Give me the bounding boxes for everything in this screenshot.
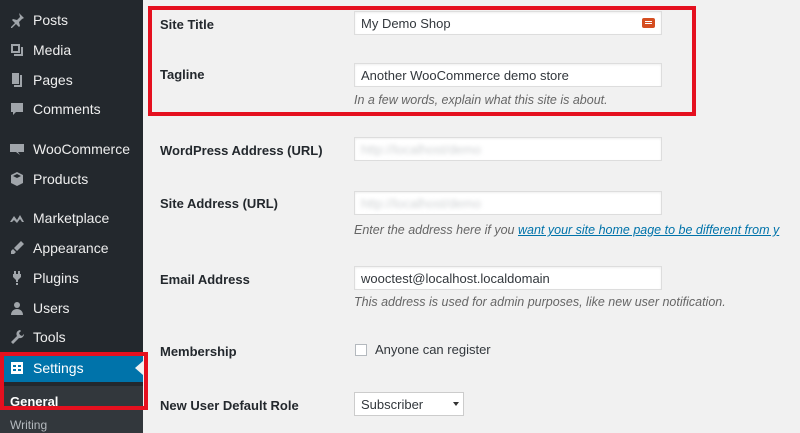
wp-address-value: http://localhost/demo: [361, 141, 481, 157]
sidebar-item-woocommerce[interactable]: WooCommerce: [0, 135, 143, 163]
products-icon: [7, 169, 27, 189]
plugins-icon: [7, 268, 27, 288]
site-address-description-text: Enter the address here if you: [354, 223, 518, 237]
sidebar-item-media[interactable]: Media: [0, 36, 143, 64]
sidebar-item-label: Tools: [33, 329, 66, 345]
wp-address-input[interactable]: http://localhost/demo: [354, 137, 662, 161]
email-value: wooctest@localhost.localdomain: [361, 270, 550, 286]
sidebar-item-label: Comments: [33, 101, 101, 117]
comments-icon: [7, 99, 27, 119]
tagline-description: In a few words, explain what this site i…: [354, 93, 608, 107]
email-input[interactable]: wooctest@localhost.localdomain: [354, 266, 662, 290]
membership-label: Membership: [160, 344, 237, 359]
sidebar-item-label: Pages: [33, 72, 73, 88]
tagline-value: Another WooCommerce demo store: [361, 67, 569, 83]
anyone-can-register-label[interactable]: Anyone can register: [375, 342, 491, 357]
appearance-icon: [7, 238, 27, 258]
sidebar-item-label: Media: [33, 42, 72, 58]
sidebar-item-label: WooCommerce: [33, 141, 130, 157]
wp-address-label: WordPress Address (URL): [160, 143, 323, 158]
sidebar-item-settings[interactable]: Settings: [0, 354, 143, 382]
settings-submenu: General Writing: [0, 386, 143, 433]
marketplace-icon: [7, 208, 27, 228]
sidebar-item-label: Appearance: [33, 240, 109, 256]
site-address-label: Site Address (URL): [160, 196, 278, 211]
pages-icon: [7, 70, 27, 90]
admin-sidebar: Posts Media Pages Comments WooCommerce P…: [0, 0, 148, 433]
sidebar-item-comments[interactable]: Comments: [0, 95, 143, 123]
email-label: Email Address: [160, 272, 250, 287]
sidebar-item-marketplace[interactable]: Marketplace: [0, 204, 143, 232]
pin-icon: [7, 10, 27, 30]
site-title-label: Site Title: [160, 17, 214, 32]
default-role-select[interactable]: Subscriber: [354, 392, 464, 416]
sidebar-item-label: Posts: [33, 12, 69, 28]
sidebar-item-label: Users: [33, 300, 70, 316]
tools-icon: [7, 327, 27, 347]
sidebar-item-products[interactable]: Products: [0, 165, 143, 193]
anyone-can-register-checkbox[interactable]: [355, 344, 367, 356]
sidebar-item-label: Products: [33, 171, 89, 187]
default-role-value: Subscriber: [361, 396, 424, 412]
woocommerce-icon: [7, 139, 27, 159]
users-icon: [7, 298, 27, 318]
tagline-label: Tagline: [160, 67, 205, 82]
chevron-down-icon: [453, 402, 459, 406]
site-address-input[interactable]: http://localhost/demo: [354, 191, 662, 215]
sidebar-item-label: Plugins: [33, 270, 79, 286]
sidebar-item-pages[interactable]: Pages: [0, 66, 143, 94]
submenu-item-writing[interactable]: Writing: [10, 418, 47, 432]
email-description: This address is used for admin purposes,…: [354, 295, 726, 309]
active-arrow: [135, 361, 143, 375]
media-icon: [7, 40, 27, 60]
site-address-description: Enter the address here if you want your …: [354, 223, 779, 237]
contact-card-icon[interactable]: [642, 18, 655, 28]
general-settings-form: Site Title My Demo Shop Tagline Another …: [143, 0, 800, 433]
site-title-value: My Demo Shop: [361, 15, 451, 31]
sidebar-item-plugins[interactable]: Plugins: [0, 264, 143, 292]
sidebar-item-users[interactable]: Users: [0, 294, 143, 322]
tagline-input[interactable]: Another WooCommerce demo store: [354, 63, 662, 87]
sidebar-item-appearance[interactable]: Appearance: [0, 234, 143, 262]
site-address-value: http://localhost/demo: [361, 195, 481, 211]
sidebar-item-posts[interactable]: Posts: [0, 6, 143, 34]
site-address-help-link[interactable]: want your site home page to be different…: [518, 223, 779, 237]
submenu-item-general[interactable]: General: [10, 394, 58, 409]
settings-icon: [7, 358, 27, 378]
sidebar-item-label: Settings: [33, 360, 84, 376]
sidebar-item-tools[interactable]: Tools: [0, 323, 143, 351]
sidebar-item-label: Marketplace: [33, 210, 110, 226]
site-title-input[interactable]: My Demo Shop: [354, 11, 662, 35]
default-role-label: New User Default Role: [160, 398, 299, 413]
